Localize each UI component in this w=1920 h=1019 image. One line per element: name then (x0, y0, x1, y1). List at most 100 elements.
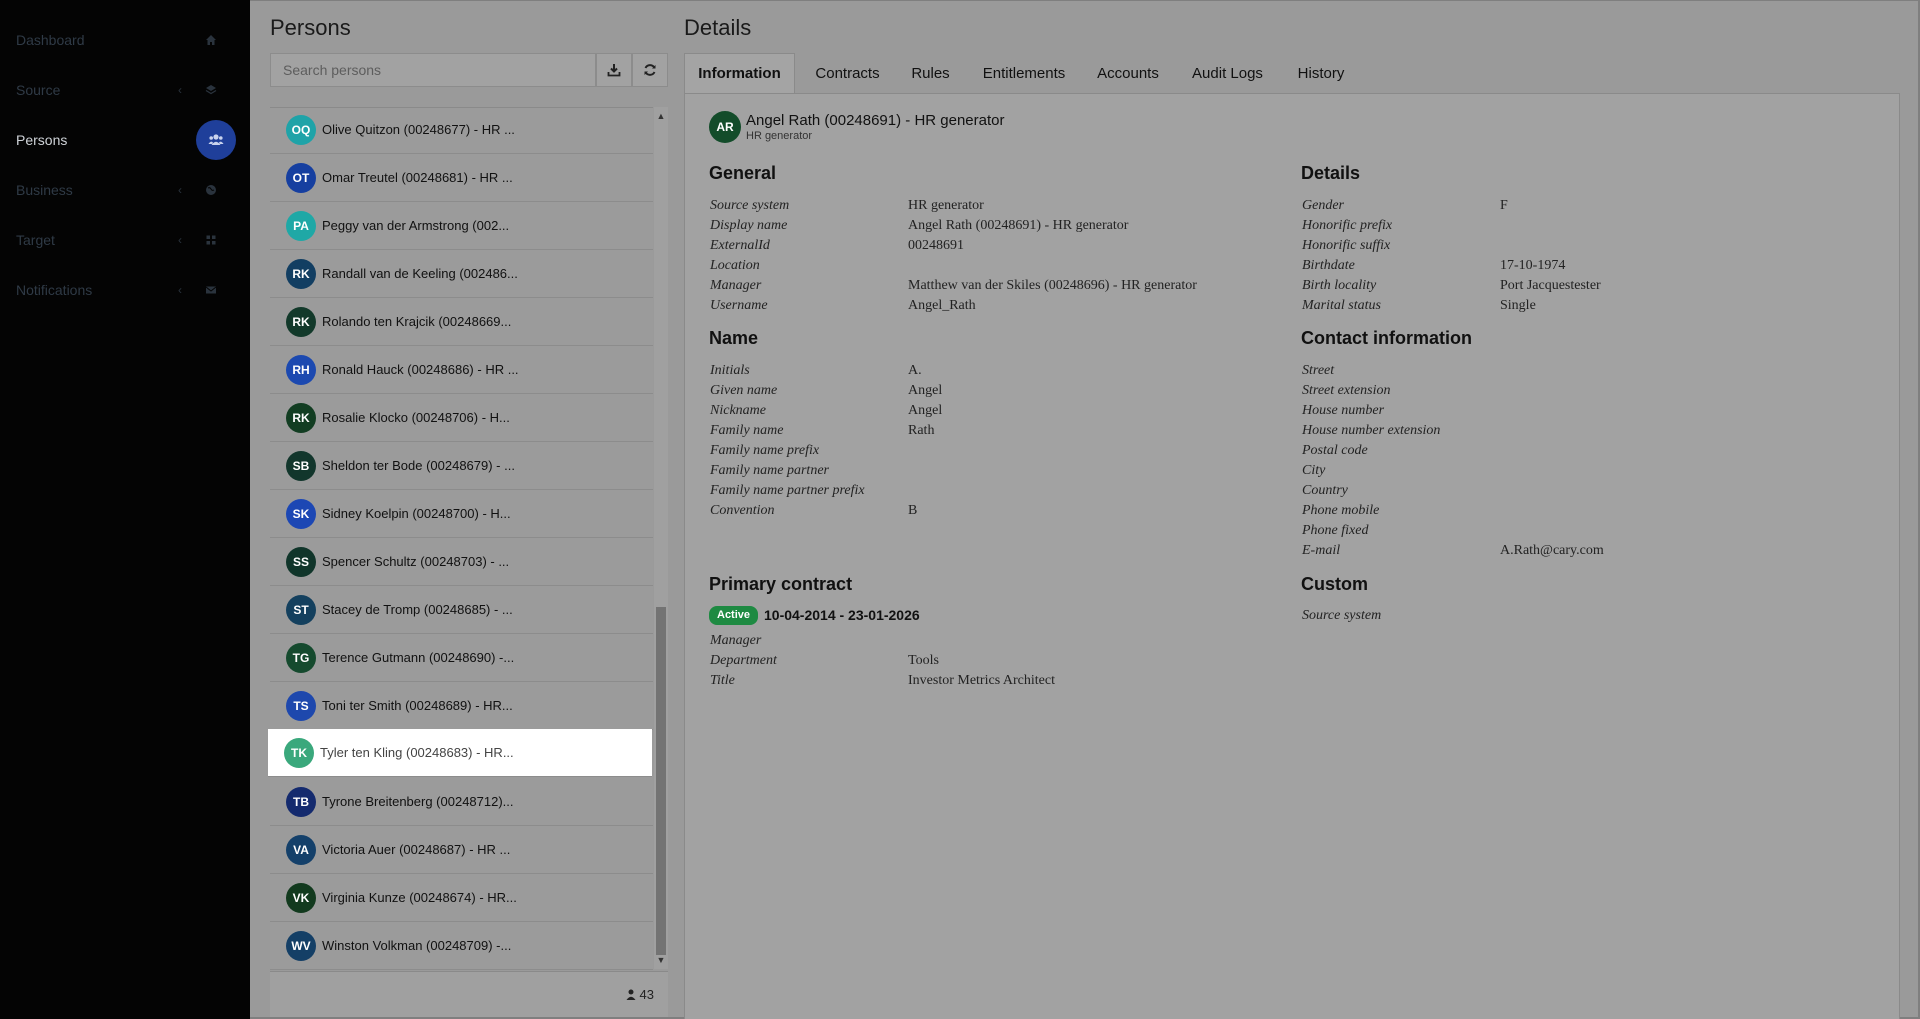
tab-audit-logs[interactable]: Audit Logs (1180, 53, 1275, 93)
list-item[interactable]: RK Randall van de Keeling (002486... (270, 250, 653, 298)
sidebar-item-label: Source (16, 82, 61, 98)
list-item[interactable]: OT Omar Treutel (00248681) - HR ... (270, 154, 653, 202)
field-label: Phone mobile (1302, 503, 1380, 518)
users-icon (196, 120, 236, 160)
globe-icon (205, 184, 227, 196)
status-badge: Active (709, 606, 759, 625)
person-name: Peggy van der Armstrong (002... (322, 218, 510, 233)
section-custom-title: Custom (1301, 574, 1368, 594)
scroll-up-icon[interactable]: ▲ (656, 111, 666, 121)
list-item[interactable]: SK Sidney Koelpin (00248700) - H... (270, 490, 653, 538)
avatar: TB (286, 786, 316, 817)
person-name: Victoria Auer (00248687) - HR ... (322, 842, 511, 857)
field-label: Username (710, 298, 768, 313)
list-item-selected[interactable]: TK Tyler ten Kling (00248683) - HR... (268, 729, 652, 777)
list-scrollbar[interactable]: ▲ ▼ (654, 107, 668, 969)
person-name: Terence Gutmann (00248690) -... (322, 650, 515, 665)
field-label: Birthdate (1302, 258, 1355, 273)
list-item[interactable]: VA Victoria Auer (00248687) - HR ... (270, 826, 653, 874)
person-name: Randall van de Keeling (002486... (322, 266, 518, 281)
tab-accounts[interactable]: Accounts (1088, 53, 1168, 93)
avatar: TG (286, 642, 316, 673)
sidebar-item-label: Business (16, 182, 73, 198)
field-label: Display name (710, 218, 788, 233)
sidebar-item-business[interactable]: Business ‹ (0, 165, 250, 215)
refresh-button[interactable] (632, 53, 668, 87)
details-content (684, 93, 1900, 1019)
list-item[interactable]: SS Spencer Schultz (00248703) - ... (270, 538, 653, 586)
tab-rules[interactable]: Rules (898, 53, 963, 93)
sidebar-item-source[interactable]: Source ‹ (0, 65, 250, 115)
field-value: Investor Metrics Architect (908, 673, 1055, 688)
field-label: Honorific suffix (1302, 238, 1391, 253)
tab-history[interactable]: History (1288, 53, 1354, 93)
scroll-thumb[interactable] (656, 607, 666, 955)
person-name: Virginia Kunze (00248674) - HR... (322, 890, 517, 905)
sidebar-item-dashboard[interactable]: Dashboard (0, 15, 250, 65)
list-item[interactable]: TS Toni ter Smith (00248689) - HR... (270, 682, 653, 730)
sidebar-item-label: Target (16, 232, 55, 248)
person-name: Spencer Schultz (00248703) - ... (322, 554, 510, 569)
scroll-down-icon[interactable]: ▼ (656, 955, 666, 965)
sidebar-item-label: Notifications (16, 282, 93, 298)
avatar: ST (286, 594, 316, 625)
field-value: Port Jacquestester (1500, 278, 1601, 293)
avatar: RK (286, 258, 316, 289)
envelope-icon (205, 284, 227, 296)
avatar: TK (284, 737, 314, 768)
list-item[interactable]: TG Terence Gutmann (00248690) -... (270, 634, 653, 682)
person-name: Sheldon ter Bode (00248679) - ... (322, 458, 515, 473)
field-label: Convention (710, 503, 775, 518)
list-item[interactable]: WV Winston Volkman (00248709) -... (270, 922, 653, 970)
field-label: Street (1302, 363, 1335, 378)
download-button[interactable] (596, 53, 632, 87)
home-icon (205, 34, 227, 46)
refresh-icon (644, 64, 656, 76)
sidebar: Dashboard Source ‹ Persons Business ‹ Ta… (0, 0, 250, 1019)
field-label: City (1302, 463, 1326, 478)
field-label: Source system (710, 198, 790, 213)
search-input[interactable]: Search persons (270, 53, 596, 87)
avatar: AR (709, 111, 741, 143)
avatar: WV (286, 930, 316, 961)
list-item[interactable]: TB Tyrone Breitenberg (00248712)... (270, 778, 653, 826)
field-value: HR generator (908, 198, 984, 213)
field-label: Family name partner (710, 463, 829, 478)
avatar: SB (286, 450, 316, 481)
list-item[interactable]: RK Rosalie Klocko (00248706) - H... (270, 394, 653, 442)
details-title: Details (684, 15, 752, 40)
avatar: RK (286, 402, 316, 433)
sidebar-item-persons[interactable]: Persons (0, 115, 250, 165)
field-label: Family name partner prefix (710, 483, 865, 498)
tab-contracts[interactable]: Contracts (805, 53, 890, 93)
person-name: Tyler ten Kling (00248683) - HR... (320, 745, 514, 760)
tab-information[interactable]: Information (684, 53, 795, 93)
person-name: Sidney Koelpin (00248700) - H... (322, 506, 511, 521)
list-item[interactable]: SB Sheldon ter Bode (00248679) - ... (270, 442, 653, 490)
field-label: Honorific prefix (1302, 218, 1393, 233)
person-name: Rosalie Klocko (00248706) - H... (322, 410, 510, 425)
person-name: Tyrone Breitenberg (00248712)... (322, 794, 514, 809)
list-item[interactable]: OQ Olive Quitzon (00248677) - HR ... (270, 106, 653, 154)
grid-icon (205, 234, 227, 246)
field-value: 00248691 (908, 238, 964, 253)
sidebar-item-target[interactable]: Target ‹ (0, 215, 250, 265)
field-label: Marital status (1302, 298, 1381, 313)
field-label: Manager (710, 278, 762, 293)
field-value: Angel Rath (00248691) - HR generator (908, 218, 1129, 233)
person-name: Omar Treutel (00248681) - HR ... (322, 170, 513, 185)
avatar: SS (286, 546, 316, 577)
sidebar-item-notifications[interactable]: Notifications ‹ (0, 265, 250, 315)
tab-entitlements[interactable]: Entitlements (973, 53, 1075, 93)
chevron-left-icon: ‹ (178, 83, 182, 97)
list-item[interactable]: ST Stacey de Tromp (00248685) - ... (270, 586, 653, 634)
field-label: Given name (710, 383, 778, 398)
field-label: Nickname (710, 403, 766, 418)
list-item[interactable]: RH Ronald Hauck (00248686) - HR ... (270, 346, 653, 394)
field-value: A. (908, 363, 922, 378)
list-item[interactable]: PA Peggy van der Armstrong (002... (270, 202, 653, 250)
list-item[interactable]: VK Virginia Kunze (00248674) - HR... (270, 874, 653, 922)
list-item[interactable]: RK Rolando ten Krajcik (00248669... (270, 298, 653, 346)
field-label: Title (710, 673, 735, 688)
chevron-left-icon: ‹ (178, 183, 182, 197)
